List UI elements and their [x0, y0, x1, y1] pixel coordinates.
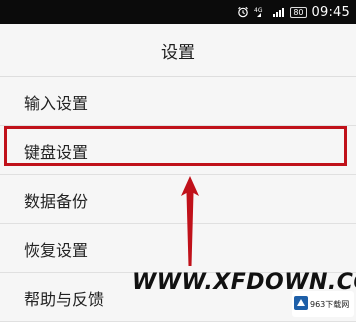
settings-item-input[interactable]: 输入设置	[0, 77, 356, 126]
network-icon: 4G	[254, 6, 268, 18]
status-icons: 4G 80 09:45	[237, 4, 350, 20]
alarm-icon	[237, 6, 249, 18]
settings-item-label: 恢复设置	[24, 241, 89, 260]
annotation-arrow	[180, 176, 200, 266]
status-time: 09:45	[311, 4, 350, 20]
screen: 4G 80 09:45 设置 输入设置 键盘设置 数据备份 恢复设置 帮助与反馈…	[0, 0, 356, 322]
page-title: 设置	[161, 43, 195, 63]
status-bar: 4G 80 09:45	[0, 0, 356, 24]
settings-item-label: 数据备份	[24, 192, 89, 211]
signal-icon	[273, 6, 285, 18]
highlight-box	[4, 126, 347, 166]
logo-text: 963下载网	[310, 299, 350, 309]
settings-item-label: 帮助与反馈	[24, 290, 105, 309]
watermark-logo: 963下载网	[292, 291, 354, 317]
settings-item-backup[interactable]: 数据备份	[0, 175, 356, 224]
title-bar: 设置	[0, 24, 356, 77]
settings-item-label: 输入设置	[24, 94, 89, 113]
svg-text:4G: 4G	[254, 7, 263, 14]
battery-icon: 80	[290, 6, 307, 18]
settings-item-restore[interactable]: 恢复设置	[0, 224, 356, 273]
logo-icon	[294, 295, 308, 314]
